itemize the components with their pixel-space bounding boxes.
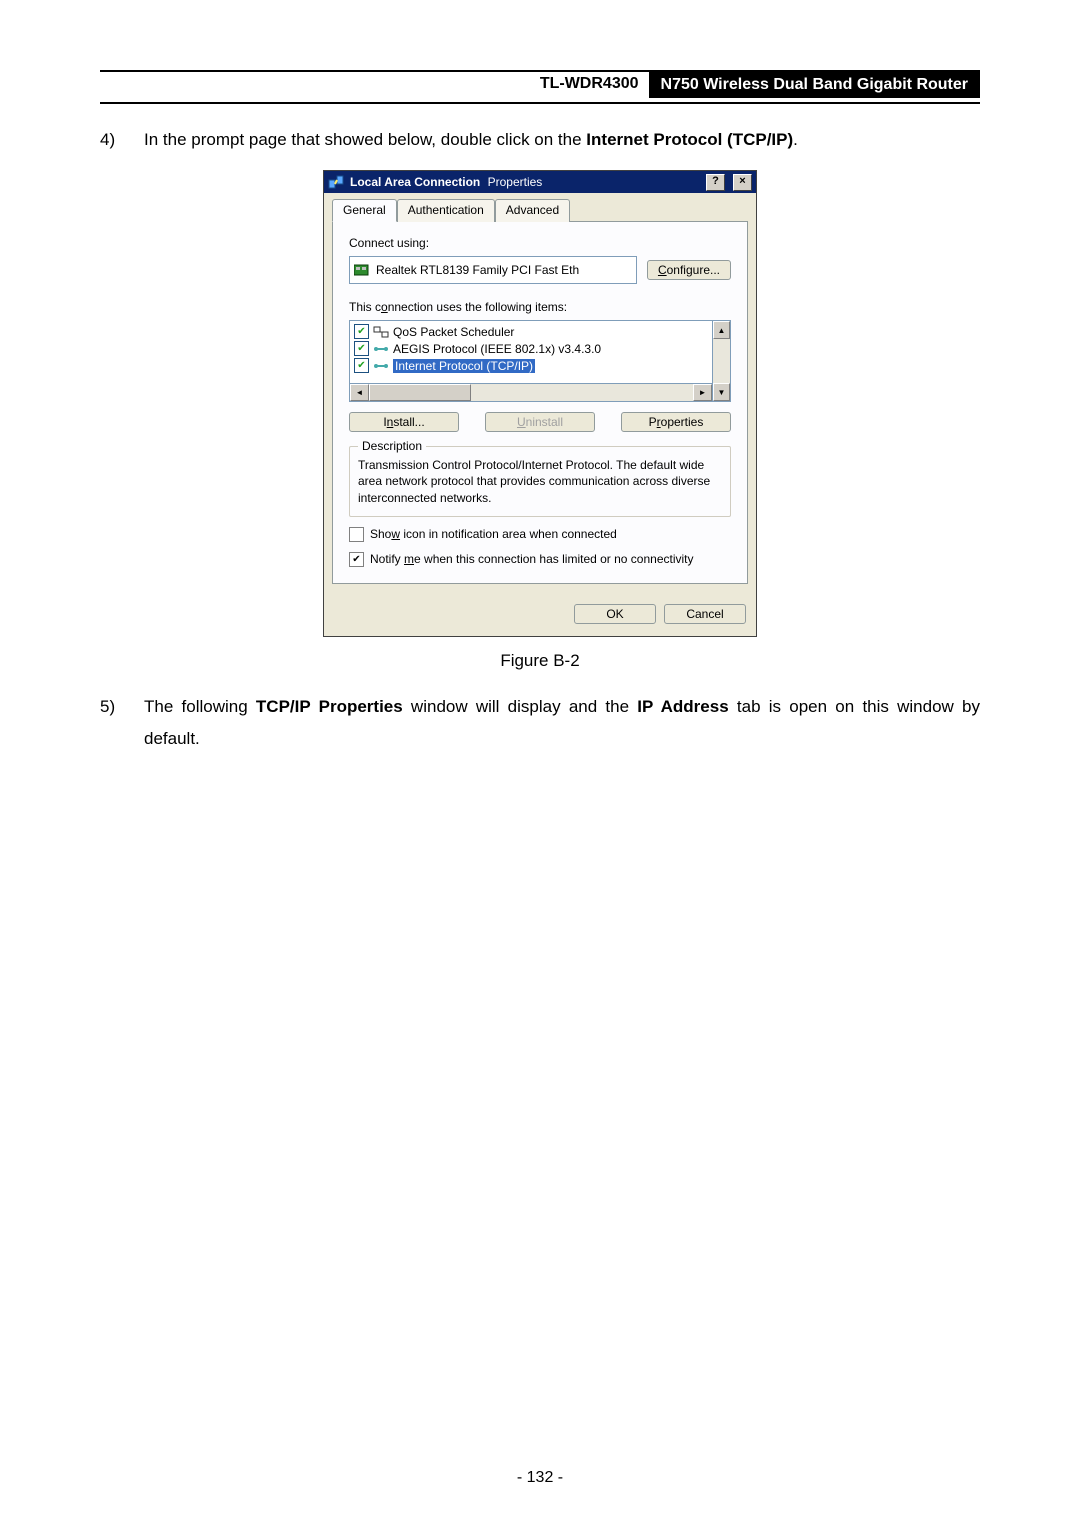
step-5: 5) The following TCP/IP Properties windo… [100,691,980,756]
properties-dialog: Local Area Connection Properties ? × Gen… [323,170,757,637]
step-5-bold-2: IP Address [637,697,728,716]
h-scroll-thumb[interactable] [369,384,471,401]
step-5-text: The following TCP/IP Properties window w… [144,691,980,756]
titlebar[interactable]: Local Area Connection Properties ? × [324,171,756,193]
scroll-up-icon[interactable]: ▲ [713,321,730,339]
install-button[interactable]: Install... [349,412,459,432]
scroll-right-icon[interactable]: ► [693,384,712,401]
page: TL-WDR4300 N750 Wireless Dual Band Gigab… [0,0,1080,1527]
uses-items-label: This connection uses the following items… [349,300,731,314]
item-tcpip-label: Internet Protocol (TCP/IP) [393,359,535,373]
items-area: ✔ QoS Packet Scheduler ✔ [349,320,731,402]
notify-label: Notify me when this connection has limit… [370,552,694,566]
step-4-post: . [793,130,798,149]
configure-label: onfigure... [667,263,720,277]
nic-icon [354,263,370,277]
adapter-field[interactable]: Realtek RTL8139 Family PCI Fast Eth [349,256,637,284]
scroll-down-icon[interactable]: ▼ [713,383,730,401]
show-icon-label: Show icon in notification area when conn… [370,527,617,541]
step-4-number: 4) [100,124,144,156]
ok-button[interactable]: OK [574,604,656,624]
page-number: - 132 - [0,1469,1080,1487]
checkbox-tcpip[interactable]: ✔ [354,358,369,373]
description-group: Description Transmission Control Protoco… [349,446,731,517]
tab-advanced[interactable]: Advanced [495,199,570,222]
v-scrollbar[interactable]: ▲ ▼ [713,320,731,402]
close-button[interactable]: × [733,174,752,191]
adapter-row: Realtek RTL8139 Family PCI Fast Eth Conf… [349,256,731,284]
header-rule-bottom [100,102,980,104]
step-4: 4) In the prompt page that showed below,… [100,124,980,156]
titlebar-title-1: Local Area Connection [350,175,480,189]
header-bar: TL-WDR4300 N750 Wireless Dual Band Gigab… [100,72,980,98]
dialog-wrap: Local Area Connection Properties ? × Gen… [100,170,980,637]
uninstall-button: Uninstall [485,412,595,432]
tab-authentication[interactable]: Authentication [397,199,495,222]
connect-using-label: Connect using: [349,236,731,250]
titlebar-title-2: Properties [488,175,543,189]
notify-row[interactable]: ✔ Notify me when this connection has lim… [349,552,731,567]
v-scroll-track[interactable] [713,339,730,383]
protocol-icon-2 [373,360,389,372]
item-qos[interactable]: ✔ QoS Packet Scheduler [352,323,710,340]
h-scroll-track[interactable] [369,384,693,401]
description-text: Transmission Control Protocol/Internet P… [358,457,722,506]
dialog-inner: General Authentication Advanced Connect … [324,193,756,594]
scroll-left-icon[interactable]: ◄ [350,384,369,401]
tab-general[interactable]: General [332,199,397,222]
checkbox-aegis[interactable]: ✔ [354,341,369,356]
configure-button[interactable]: Configure... [647,260,731,280]
item-aegis[interactable]: ✔ AEGIS Protocol (IEEE 802.1x) v3.4.3.0 [352,340,710,357]
checkbox-show-icon[interactable] [349,527,364,542]
checkbox-notify[interactable]: ✔ [349,552,364,567]
cancel-button[interactable]: Cancel [664,604,746,624]
item-qos-label: QoS Packet Scheduler [393,325,514,339]
show-icon-row[interactable]: Show icon in notification area when conn… [349,527,731,542]
connection-icon [328,174,344,190]
items-listbox[interactable]: ✔ QoS Packet Scheduler ✔ [349,320,713,384]
item-aegis-label: AEGIS Protocol (IEEE 802.1x) v3.4.3.0 [393,342,601,356]
step-5-bold-1: TCP/IP Properties [256,697,403,716]
header-title: N750 Wireless Dual Band Gigabit Router [649,72,980,98]
protocol-icon [373,343,389,355]
figure-caption: Figure B-2 [100,651,980,671]
qos-icon [373,326,389,338]
dialog-footer: OK Cancel [324,594,756,636]
h-scrollbar[interactable]: ◄ ► [349,384,713,402]
step-4-text: In the prompt page that showed below, do… [144,124,980,156]
checkbox-qos[interactable]: ✔ [354,324,369,339]
step-4-pre: In the prompt page that showed below, do… [144,130,586,149]
step-4-bold: Internet Protocol (TCP/IP) [586,130,793,149]
step-5-mid: window will display and the [403,697,638,716]
tab-panel-general: Connect using: Realtek RTL8139 Family PC… [332,221,748,584]
header-model: TL-WDR4300 [530,72,649,98]
titlebar-title: Local Area Connection Properties [350,175,698,189]
adapter-name: Realtek RTL8139 Family PCI Fast Eth [376,263,579,277]
help-button[interactable]: ? [706,174,725,191]
properties-button[interactable]: Properties [621,412,731,432]
item-tcpip[interactable]: ✔ Internet Protocol (TCP/IP) [352,357,710,374]
step-5-number: 5) [100,691,144,756]
step-5-pre: The following [144,697,256,716]
item-button-row: Install... Uninstall Properties [349,412,731,432]
description-title: Description [358,439,426,453]
tabs: General Authentication Advanced [332,199,748,222]
